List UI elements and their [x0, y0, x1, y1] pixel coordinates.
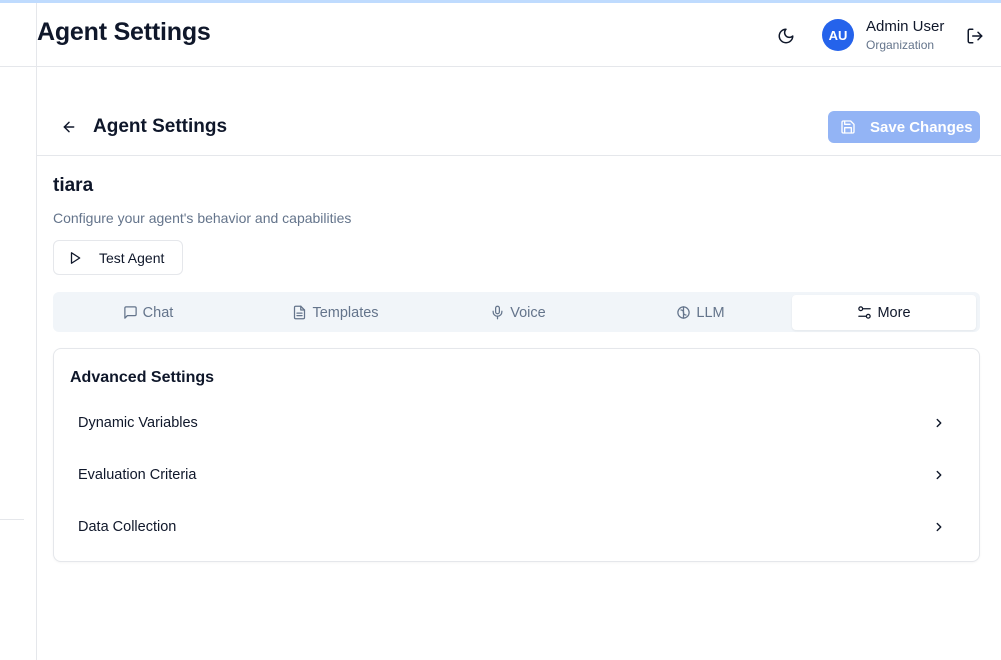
- document-icon: [292, 305, 307, 320]
- sidebar-divider: [0, 519, 24, 520]
- test-agent-label: Test Agent: [99, 249, 165, 266]
- test-agent-button[interactable]: Test Agent: [53, 240, 183, 275]
- header-title: Agent Settings: [37, 18, 211, 46]
- logout-icon: [966, 27, 984, 45]
- tab-llm[interactable]: LLM: [608, 295, 793, 330]
- brain-icon: [676, 305, 691, 320]
- play-icon: [68, 251, 82, 265]
- user-name: Admin User: [866, 18, 945, 35]
- tab-label: Templates: [312, 304, 379, 321]
- page-toolbar: Agent Settings Save Changes: [37, 96, 1001, 156]
- save-icon: [840, 119, 856, 135]
- moon-icon: [777, 27, 795, 45]
- tab-label: Voice: [510, 304, 546, 321]
- card-title: Advanced Settings: [70, 369, 215, 386]
- back-button[interactable]: [57, 116, 81, 138]
- page-title: Agent Settings: [93, 116, 228, 137]
- logout-button[interactable]: [964, 25, 986, 47]
- sidebar: [0, 3, 37, 660]
- settings-row-data-collection[interactable]: Data Collection: [62, 505, 967, 549]
- theme-toggle-button[interactable]: [773, 23, 799, 49]
- agent-name: tiara: [53, 175, 94, 196]
- row-label: Dynamic Variables: [78, 415, 198, 431]
- microphone-icon: [490, 305, 505, 320]
- top-header: Agent Settings AU Admin User Organizatio…: [37, 3, 1001, 67]
- tab-label: More: [877, 304, 911, 321]
- tab-more[interactable]: More: [792, 295, 976, 330]
- tab-voice[interactable]: Voice: [428, 295, 608, 330]
- user-organization: Organization: [866, 38, 935, 52]
- tab-templates[interactable]: Templates: [243, 295, 428, 330]
- settings-row-evaluation-criteria[interactable]: Evaluation Criteria: [62, 453, 967, 497]
- settings-tabs: Chat Templates Voice LLM More: [53, 292, 980, 332]
- agent-description: Configure your agent's behavior and capa…: [53, 210, 352, 226]
- save-changes-button[interactable]: Save Changes: [828, 111, 980, 143]
- save-changes-label: Save Changes: [870, 118, 973, 136]
- row-label: Evaluation Criteria: [78, 467, 197, 483]
- settings-row-dynamic-variables[interactable]: Dynamic Variables: [62, 401, 967, 445]
- tab-label: Chat: [142, 304, 174, 321]
- chat-icon: [123, 305, 138, 320]
- row-label: Data Collection: [78, 519, 177, 535]
- chevron-right-icon: [931, 415, 947, 431]
- sliders-icon: [857, 305, 872, 320]
- avatar[interactable]: AU: [822, 19, 854, 51]
- sidebar-divider: [0, 66, 36, 67]
- tab-label: LLM: [696, 304, 725, 321]
- arrow-left-icon: [61, 119, 77, 135]
- chevron-right-icon: [931, 519, 947, 535]
- chevron-right-icon: [931, 467, 947, 483]
- tab-chat[interactable]: Chat: [53, 295, 243, 330]
- advanced-settings-card: Advanced Settings Dynamic Variables Eval…: [53, 348, 980, 562]
